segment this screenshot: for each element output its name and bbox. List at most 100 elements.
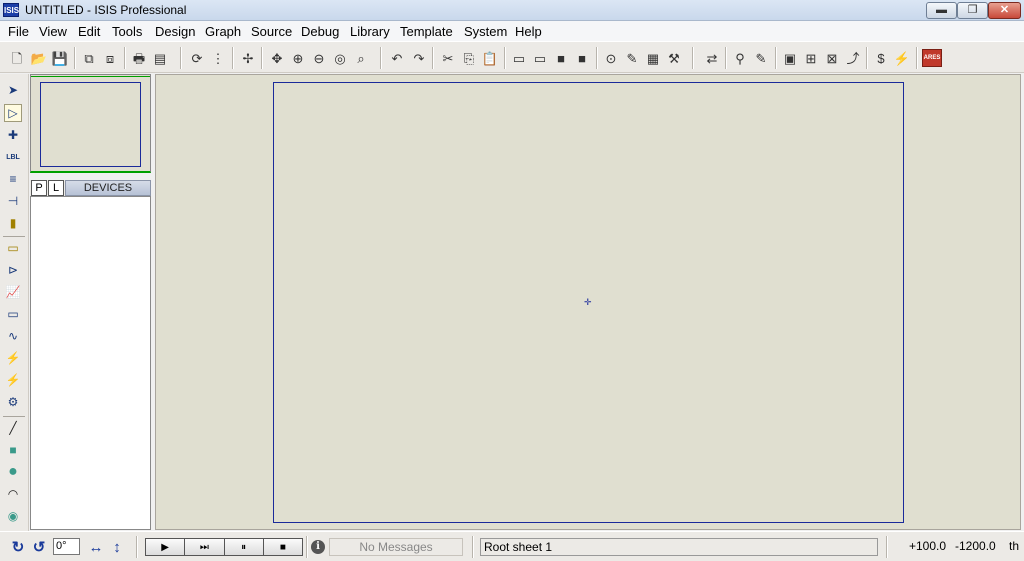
- menu-design[interactable]: Design: [155, 24, 195, 39]
- wire-autorouter-icon[interactable]: ⇄: [703, 49, 721, 67]
- make-device-icon[interactable]: ✎: [623, 49, 641, 67]
- schematic-editing-window[interactable]: ✛: [155, 74, 1021, 530]
- virtual-instruments-icon[interactable]: ⚙: [4, 393, 22, 411]
- origin-marker-icon: ✛: [584, 297, 592, 307]
- toolbar-divider: [866, 47, 868, 69]
- pick-devices-button[interactable]: P: [31, 180, 47, 196]
- minimize-button[interactable]: ▬: [926, 2, 957, 19]
- false-origin-icon[interactable]: ✢: [239, 49, 257, 67]
- component-mode-icon[interactable]: ▷: [4, 104, 22, 122]
- y-coordinate: -1200.0: [955, 539, 996, 553]
- device-pins-icon[interactable]: ⊳: [4, 261, 22, 279]
- add-sheet-icon[interactable]: ⊞: [802, 49, 820, 67]
- new-sheet-icon[interactable]: ▣: [781, 49, 799, 67]
- menu-file[interactable]: File: [8, 24, 29, 39]
- bill-of-materials-icon[interactable]: $: [872, 49, 890, 67]
- toolbar-divider: [124, 47, 126, 69]
- exit-to-parent-icon[interactable]: ⤴: [844, 49, 862, 67]
- menu-library[interactable]: Library: [350, 24, 390, 39]
- save-icon[interactable]: 💾: [51, 49, 69, 67]
- play-button[interactable]: ▶: [146, 539, 186, 555]
- buses-icon[interactable]: ⊣: [4, 192, 22, 210]
- x-coordinate: +100.0: [909, 539, 947, 553]
- redo-icon[interactable]: ↷: [410, 49, 428, 67]
- sheet-name-status: Root sheet 1: [480, 538, 878, 556]
- menu-edit[interactable]: Edit: [78, 24, 100, 39]
- block-copy-icon[interactable]: ▭: [510, 49, 528, 67]
- cut-icon[interactable]: ✂: [439, 49, 457, 67]
- arc-tool-icon[interactable]: ◠: [4, 485, 22, 503]
- rotate-clockwise-icon[interactable]: ↻: [9, 538, 27, 556]
- print-area-icon[interactable]: ▤: [151, 49, 169, 67]
- mirror-x-icon[interactable]: ↔: [87, 538, 105, 556]
- generator-icon[interactable]: ∿: [4, 327, 22, 345]
- menu-debug[interactable]: Debug: [301, 24, 339, 39]
- pause-button[interactable]: ⏸: [224, 539, 264, 555]
- terminals-icon[interactable]: ▭: [4, 239, 22, 257]
- title-bar: ISIS UNTITLED - ISIS Professional ▬ ❐ ✕: [0, 0, 1024, 21]
- menu-source[interactable]: Source: [251, 24, 292, 39]
- rotate-anticlockwise-icon[interactable]: ↺: [30, 538, 48, 556]
- selection-mode-icon[interactable]: ➤: [4, 81, 22, 99]
- rotation-angle-field[interactable]: 0°: [53, 538, 80, 555]
- pan-icon[interactable]: ✥: [268, 49, 286, 67]
- print-icon[interactable]: 🖶: [130, 49, 148, 67]
- pick-device-icon[interactable]: ⊙: [602, 49, 620, 67]
- zoom-all-icon[interactable]: ◎: [331, 49, 349, 67]
- undo-icon[interactable]: ↶: [388, 49, 406, 67]
- simulation-controls: ▶ ⏭ ⏸ ■: [145, 538, 303, 556]
- info-icon[interactable]: i: [311, 540, 325, 554]
- menu-view[interactable]: View: [39, 24, 67, 39]
- tape-recorder-icon[interactable]: ▭: [4, 305, 22, 323]
- grid-icon[interactable]: ⋮: [209, 49, 227, 67]
- remove-sheet-icon[interactable]: ⊠: [823, 49, 841, 67]
- open-file-icon[interactable]: 📂: [30, 49, 48, 67]
- paste-icon[interactable]: 📋: [481, 49, 499, 67]
- graph-mode-icon[interactable]: 📈: [4, 283, 22, 301]
- zoom-out-icon[interactable]: ⊖: [310, 49, 328, 67]
- import-section-icon[interactable]: ⧉: [80, 49, 98, 67]
- wire-label-icon[interactable]: LBL: [4, 148, 22, 166]
- netlist-to-ares-icon[interactable]: ARES: [922, 49, 942, 67]
- menu-system[interactable]: System: [464, 24, 507, 39]
- restore-button[interactable]: ❐: [957, 2, 988, 19]
- library-manager-button[interactable]: L: [48, 180, 64, 196]
- packaging-tool-icon[interactable]: ▦: [644, 49, 662, 67]
- menu-help[interactable]: Help: [515, 24, 542, 39]
- overview-window[interactable]: [30, 74, 151, 173]
- text-script-icon[interactable]: ≡: [4, 170, 22, 188]
- block-rotate-icon[interactable]: ■: [552, 49, 570, 67]
- close-button[interactable]: ✕: [988, 2, 1021, 19]
- toolbar-divider: [775, 47, 777, 69]
- box-tool-icon[interactable]: ■: [4, 441, 22, 459]
- copy-icon[interactable]: ⎘: [460, 49, 478, 67]
- devices-title: DEVICES: [65, 180, 151, 196]
- search-tag-icon[interactable]: ⚲: [731, 49, 749, 67]
- menu-template[interactable]: Template: [400, 24, 453, 39]
- current-probe-icon[interactable]: ⚡: [4, 371, 22, 389]
- menu-tools[interactable]: Tools: [112, 24, 142, 39]
- line-tool-icon[interactable]: ╱: [4, 419, 22, 437]
- path-tool-icon[interactable]: ◉: [4, 507, 22, 525]
- stop-button[interactable]: ■: [263, 539, 302, 555]
- block-move-icon[interactable]: ▭: [531, 49, 549, 67]
- zoom-area-icon[interactable]: ⌕: [352, 49, 370, 67]
- overview-sheet-frame: [40, 82, 141, 167]
- palette-divider: [3, 236, 25, 237]
- block-delete-icon[interactable]: ■: [573, 49, 591, 67]
- electrical-rules-check-icon[interactable]: ⚡: [893, 49, 911, 67]
- zoom-in-icon[interactable]: ⊕: [289, 49, 307, 67]
- export-section-icon[interactable]: ⧈: [101, 49, 119, 67]
- decompose-icon[interactable]: ⚒: [665, 49, 683, 67]
- junction-dot-icon[interactable]: ✚: [4, 126, 22, 144]
- redraw-icon[interactable]: ⟳: [188, 49, 206, 67]
- property-assignment-icon[interactable]: ✎: [752, 49, 770, 67]
- menu-graph[interactable]: Graph: [205, 24, 241, 39]
- step-button[interactable]: ⏭: [185, 539, 225, 555]
- voltage-probe-icon[interactable]: ⚡: [4, 349, 22, 367]
- mirror-y-icon[interactable]: ↕: [108, 538, 126, 556]
- devices-list[interactable]: [30, 196, 151, 530]
- new-file-icon[interactable]: 🗋: [8, 49, 26, 67]
- subcircuit-icon[interactable]: ▮: [4, 214, 22, 232]
- circle-tool-icon[interactable]: ●: [4, 463, 22, 481]
